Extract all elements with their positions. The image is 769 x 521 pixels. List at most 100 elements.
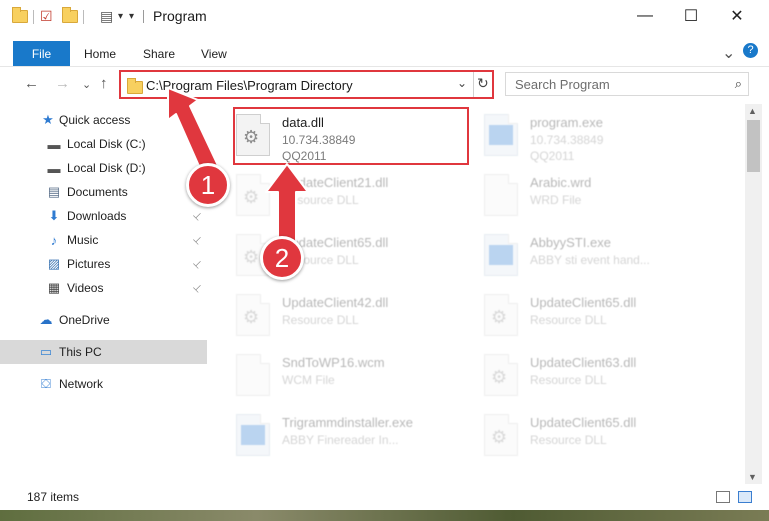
file-detail: WCM File [282, 373, 335, 387]
tab-home[interactable]: Home [84, 47, 116, 61]
pin-icon[interactable]: ⊥ [190, 233, 204, 247]
file-name: UpdateClient42.dll [282, 295, 389, 310]
file-item[interactable]: Trigrammdinstaller.exe ABBY Finereader In… [225, 408, 465, 468]
help-icon[interactable]: ? [743, 43, 758, 58]
pin-icon[interactable]: ⊥ [190, 281, 204, 295]
file-item[interactable]: ⚙ UpdateClient65.dll Resource DLL [473, 408, 713, 468]
sidebar-item-onedrive[interactable]: ☁ OneDrive [0, 308, 207, 332]
file-detail: Resource DLL [530, 313, 607, 327]
dll-file-icon: ⚙ [236, 294, 270, 336]
tab-view[interactable]: View [201, 47, 227, 61]
scroll-up-icon[interactable]: ▲ [748, 106, 757, 116]
item-count: 187 items [27, 490, 80, 504]
up-button[interactable]: ↑ [100, 75, 108, 92]
file-name: Arabic.wrd [530, 175, 592, 190]
explorer-window: ☑ ▤ ▾ ▾ Program — ☐ ✕ File Home Share Vi… [0, 0, 769, 510]
scroll-thumb[interactable] [747, 120, 760, 172]
scroll-down-icon[interactable]: ▼ [748, 472, 757, 482]
chevron-down-icon[interactable]: ⌄ [457, 76, 467, 90]
forward-button[interactable]: → [55, 75, 70, 92]
sidebar-item-label: Downloads [67, 209, 127, 223]
tab-share[interactable]: Share [143, 47, 175, 61]
sidebar-item-pictures[interactable]: ▨ Pictures ⊥ [0, 252, 207, 276]
search-input[interactable]: Search Program [515, 77, 610, 92]
file-item[interactable]: ⚙ UpdateClient21.dll Resource DLL [225, 168, 465, 228]
application-file-icon [236, 414, 270, 456]
window-title: Program [153, 8, 207, 24]
refresh-button[interactable]: ↻ [477, 75, 489, 92]
chevron-down-icon[interactable]: ▾ [129, 11, 134, 27]
file-name: SndToWP16.wcm [282, 355, 385, 370]
generic-file-icon [236, 354, 270, 396]
sidebar-item-downloads[interactable]: ⬇ Downloads ⊥ [0, 204, 207, 228]
file-detail: Resource DLL [530, 373, 607, 387]
divider [83, 10, 84, 24]
file-detail: ABBY sti event hand... [530, 253, 650, 267]
recent-locations-button[interactable]: ⌄ [82, 78, 91, 91]
star-icon: ★ [42, 112, 54, 127]
application-file-icon [484, 234, 518, 276]
file-item[interactable]: AbbyySTI.exe ABBY sti event hand... [473, 228, 713, 288]
file-name: AbbyySTI.exe [530, 235, 611, 250]
annotation-badge-2: 2 [260, 236, 304, 280]
sidebar-item-music[interactable]: ♪ Music ⊥ [0, 228, 207, 252]
large-icons-view-icon[interactable] [738, 491, 752, 503]
file-item[interactable]: ⚙ UpdateClient65.dll Resource DLL [473, 288, 713, 348]
sidebar-item-label: Music [67, 233, 99, 247]
file-name: UpdateClient65.dll [530, 295, 637, 310]
annotation-badge-1: 1 [186, 163, 230, 207]
vertical-scrollbar[interactable]: ▲ ▼ [745, 104, 762, 484]
file-name: UpdateClient63.dll [530, 355, 637, 370]
file-item[interactable]: SndToWP16.wcm WCM File [225, 348, 465, 408]
chevron-down-icon[interactable]: ▾ [118, 11, 123, 27]
file-item[interactable]: program.exe 10.734.38849 QQ2011 [473, 108, 713, 168]
new-folder-icon[interactable] [62, 7, 78, 24]
title-bar: ☑ ▤ ▾ ▾ Program — ☐ ✕ [0, 0, 769, 31]
file-detail: QQ2011 [530, 149, 575, 163]
search-box[interactable]: Search Program ⌕ [505, 72, 749, 96]
sidebar-item-this-pc[interactable]: ▭ This PC [0, 340, 207, 364]
documents-icon: ▤ [47, 184, 61, 199]
download-icon: ⬇ [48, 208, 60, 223]
music-icon: ♪ [50, 232, 58, 248]
status-bar: 187 items [0, 485, 769, 510]
file-item[interactable]: ⚙ UpdateClient42.dll Resource DLL [225, 288, 465, 348]
tab-file[interactable]: File [13, 41, 70, 66]
pin-icon[interactable]: ⊥ [190, 209, 204, 223]
generic-file-icon [484, 174, 518, 216]
close-button[interactable]: ✕ [714, 0, 760, 31]
sidebar-item-label: Documents [67, 185, 128, 199]
pictures-icon: ▨ [47, 256, 61, 271]
divider [143, 10, 144, 23]
file-item[interactable]: ⚙ UpdateClient63.dll Resource DLL [473, 348, 713, 408]
details-view-icon[interactable] [716, 491, 730, 503]
file-name: UpdateClient65.dll [530, 415, 637, 430]
ribbon-collapse-icon[interactable]: ⌄ [722, 43, 735, 63]
cloud-icon: ☁ [39, 312, 53, 327]
dll-file-icon: ⚙ [484, 354, 518, 396]
folder-icon [127, 78, 143, 95]
drive-icon: ▬ [47, 160, 61, 176]
back-button[interactable]: ← [24, 75, 39, 92]
pin-icon[interactable]: ⊥ [190, 257, 204, 271]
customize-toolbar-icon[interactable]: ▤ [100, 8, 113, 24]
file-detail: 10.734.38849 [530, 133, 604, 147]
file-detail: ABBY Finereader In... [282, 433, 399, 447]
sidebar-item-videos[interactable]: ▦ Videos ⊥ [0, 276, 207, 300]
minimize-button[interactable]: — [622, 0, 668, 31]
maximize-button[interactable]: ☐ [668, 0, 714, 31]
dll-file-icon: ⚙ [484, 294, 518, 336]
divider [473, 72, 474, 97]
file-detail: Resource DLL [530, 433, 607, 447]
file-detail: WRD File [530, 193, 582, 207]
sidebar-item-label: This PC [59, 345, 102, 359]
dll-file-icon: ⚙ [484, 414, 518, 456]
sidebar-item-network[interactable]: ⛋ Network [0, 372, 207, 396]
file-item[interactable]: Arabic.wrd WRD File [473, 168, 713, 228]
sidebar-item-label: Quick access [59, 113, 131, 127]
file-name: program.exe [530, 115, 603, 130]
search-icon[interactable]: ⌕ [735, 76, 742, 92]
properties-icon[interactable]: ☑ [40, 8, 53, 24]
ribbon-tabs: File Home Share View ⌄ ? [0, 41, 769, 67]
file-name: Trigrammdinstaller.exe [282, 415, 414, 430]
